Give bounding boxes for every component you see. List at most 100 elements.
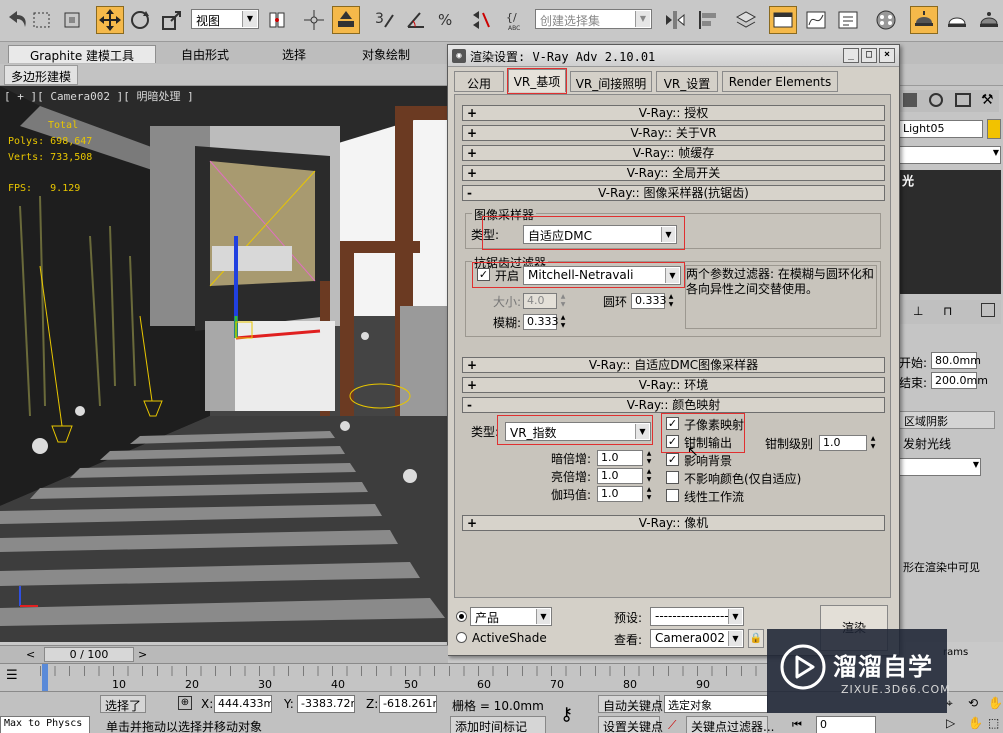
- clamp-level-spinner[interactable]: 1.0 ▲ ▼: [819, 435, 875, 451]
- activeshade-radio[interactable]: [456, 632, 467, 643]
- set-key-button[interactable]: 设置关键点: [598, 716, 663, 733]
- dialog-scroll-panel[interactable]: + V-Ray:: 授权 + V-Ray:: 关于VR + V-Ray:: 帧缓存 +…: [454, 94, 891, 598]
- pan-icon[interactable]: ✋: [988, 696, 1003, 710]
- keyboard-shortcut-icon[interactable]: [332, 6, 360, 34]
- orbit-icon[interactable]: ⟲: [968, 696, 978, 710]
- rollout-image-sampler[interactable]: - V-Ray:: 图像采样器(抗锯齿): [462, 185, 885, 201]
- trackbar[interactable]: ☰ 10 20 30 40 50 60 70 80 90: [0, 663, 768, 691]
- linear-workflow-checkbox[interactable]: [666, 489, 679, 502]
- current-frame-field[interactable]: 0: [816, 716, 876, 733]
- view-combo[interactable]: Camera002 ▼: [650, 629, 744, 648]
- blur-spinner[interactable]: 0.333 ▲ ▼: [523, 314, 565, 330]
- polygon-modeling-panel[interactable]: 多边形建模: [4, 65, 79, 85]
- percent-snap-icon[interactable]: %: [434, 6, 462, 34]
- material-editor-icon[interactable]: [872, 6, 900, 34]
- auto-key-button[interactable]: 自动关键点: [598, 695, 663, 713]
- pivot-icon[interactable]: [263, 6, 291, 34]
- rollout-color-mapping[interactable]: - V-Ray:: 颜色映射: [462, 397, 885, 413]
- motion-icon[interactable]: [929, 93, 943, 107]
- align-icon[interactable]: [694, 6, 722, 34]
- ringing-spinner[interactable]: 0.333 ▲ ▼: [631, 293, 673, 309]
- production-radio[interactable]: [456, 611, 467, 622]
- ribbon-toggle-icon[interactable]: [769, 6, 797, 34]
- dark-multiplier-spinner[interactable]: 1.0 ▲ ▼: [597, 450, 651, 466]
- spinner-snap-icon[interactable]: [466, 6, 494, 34]
- minimize-button[interactable]: _: [843, 48, 859, 63]
- window-crossing-icon[interactable]: [58, 6, 86, 34]
- area-shadow-rollout[interactable]: 区域阴影: [899, 411, 995, 429]
- hammer-icon[interactable]: ⚒: [981, 92, 994, 108]
- go-to-start-icon[interactable]: ⏮: [792, 718, 802, 732]
- layer-icon[interactable]: [732, 6, 760, 34]
- shadow-type-combo[interactable]: ▼: [899, 458, 981, 476]
- viewport-label[interactable]: [ + ][ Camera002 ][ 明暗处理 ]: [4, 88, 194, 104]
- tab-common[interactable]: 公用: [454, 71, 504, 92]
- z-coord-field[interactable]: -618.261mm: [379, 695, 437, 713]
- gamma-spinner[interactable]: 1.0 ▲ ▼: [597, 486, 651, 502]
- tab-object-paint[interactable]: 对象绘制: [346, 45, 426, 63]
- time-slider[interactable]: < 0 / 100 >: [0, 645, 448, 663]
- maxscript-listener[interactable]: Max to Physcs (: [0, 716, 90, 733]
- render-icon[interactable]: [975, 6, 1003, 34]
- dialog-titlebar[interactable]: ◉ 渲染设置: V-Ray Adv 2.10.01 _ □ ×: [448, 45, 899, 67]
- add-time-tag-button[interactable]: 添加时间标记: [450, 716, 546, 733]
- rollout-adaptive-dmc[interactable]: + V-Ray:: 自适应DMC图像采样器: [462, 357, 885, 373]
- end-value[interactable]: 200.0mm: [931, 372, 988, 389]
- object-color-swatch[interactable]: [987, 119, 1001, 139]
- edit-named-selection-icon[interactable]: {/ABC: [503, 6, 531, 34]
- next-frame-icon[interactable]: >: [138, 648, 147, 661]
- time-slider-thumb[interactable]: 0 / 100: [44, 647, 134, 662]
- selection-lock-icon[interactable]: ⊕: [178, 696, 192, 710]
- tab-render-elements[interactable]: Render Elements: [722, 71, 838, 92]
- rollout-about-vray[interactable]: + V-Ray:: 关于VR: [462, 125, 885, 141]
- display-icon[interactable]: [903, 93, 917, 107]
- rollout-frame-buffer[interactable]: + V-Ray:: 帧缓存: [462, 145, 885, 161]
- bright-multiplier-spinner[interactable]: 1.0 ▲ ▼: [597, 468, 651, 484]
- play-icon[interactable]: ▷: [946, 716, 955, 730]
- current-frame-marker[interactable]: [42, 664, 48, 691]
- remove-modifier-icon[interactable]: ⊓: [943, 304, 952, 318]
- modifier-stack[interactable]: 光: [899, 170, 1001, 294]
- scale-icon[interactable]: [158, 6, 186, 34]
- prev-frame-icon[interactable]: <: [26, 648, 35, 661]
- rollout-environment[interactable]: + V-Ray:: 环境: [462, 377, 885, 393]
- select-region-icon[interactable]: [28, 6, 56, 34]
- rendered-frame-icon[interactable]: [943, 6, 971, 34]
- modifier-list-combo[interactable]: ▼: [899, 146, 1001, 164]
- rollout-camera[interactable]: + V-Ray:: 像机: [462, 515, 885, 531]
- key-filters-button[interactable]: 关键点过滤器...: [686, 716, 774, 733]
- start-value[interactable]: 80.0mm: [931, 352, 981, 369]
- object-name-field[interactable]: Light05: [899, 120, 983, 138]
- tab-freeform[interactable]: 自由形式: [172, 45, 238, 63]
- close-button[interactable]: ×: [879, 48, 895, 63]
- preset-combo[interactable]: -------------------- ▼: [650, 607, 744, 626]
- key-selection-combo[interactable]: 选定对象: [664, 695, 768, 713]
- affect-background-checkbox[interactable]: ✓: [666, 453, 679, 466]
- tab-selection[interactable]: 选择: [269, 45, 319, 63]
- modifier-stack-item[interactable]: 光: [902, 172, 914, 189]
- maximize-viewport-icon[interactable]: ⬚: [988, 716, 999, 730]
- select-move-icon[interactable]: [96, 6, 124, 34]
- schematic-icon[interactable]: [834, 6, 862, 34]
- maximize-button[interactable]: □: [861, 48, 877, 63]
- named-selection-combo[interactable]: 创建选择集 ▼: [535, 9, 652, 29]
- pin-stack-icon[interactable]: ⊥: [913, 304, 923, 318]
- angle-snap-icon[interactable]: [402, 6, 430, 34]
- key-icon[interactable]: ⚷: [560, 704, 573, 725]
- render-setup-icon[interactable]: [910, 6, 938, 34]
- x-coord-field[interactable]: 444.433mm: [214, 695, 272, 713]
- dont-affect-colors-checkbox[interactable]: [666, 471, 679, 484]
- y-coord-field[interactable]: -3383.72mm: [297, 695, 355, 713]
- rollout-global-switches[interactable]: + V-Ray:: 全局开关: [462, 165, 885, 181]
- render-mode-combo[interactable]: 产品 ▼: [470, 607, 552, 626]
- zoom-icon[interactable]: ⌖: [946, 696, 953, 711]
- lock-view-icon[interactable]: 🔒: [748, 629, 764, 648]
- mini-curve-editor-icon[interactable]: ☰: [6, 668, 18, 683]
- camera-viewport[interactable]: [ + ][ Camera002 ][ 明暗处理 ] Total Polys: …: [0, 86, 460, 642]
- rotate-icon[interactable]: [126, 6, 154, 34]
- snap-icon[interactable]: 3: [370, 6, 398, 34]
- tab-graphite-modeling[interactable]: Graphite 建模工具: [8, 45, 156, 63]
- hand-icon[interactable]: ✋: [968, 716, 983, 730]
- mirror-icon[interactable]: [661, 6, 689, 34]
- rollout-authorization[interactable]: + V-Ray:: 授权: [462, 105, 885, 121]
